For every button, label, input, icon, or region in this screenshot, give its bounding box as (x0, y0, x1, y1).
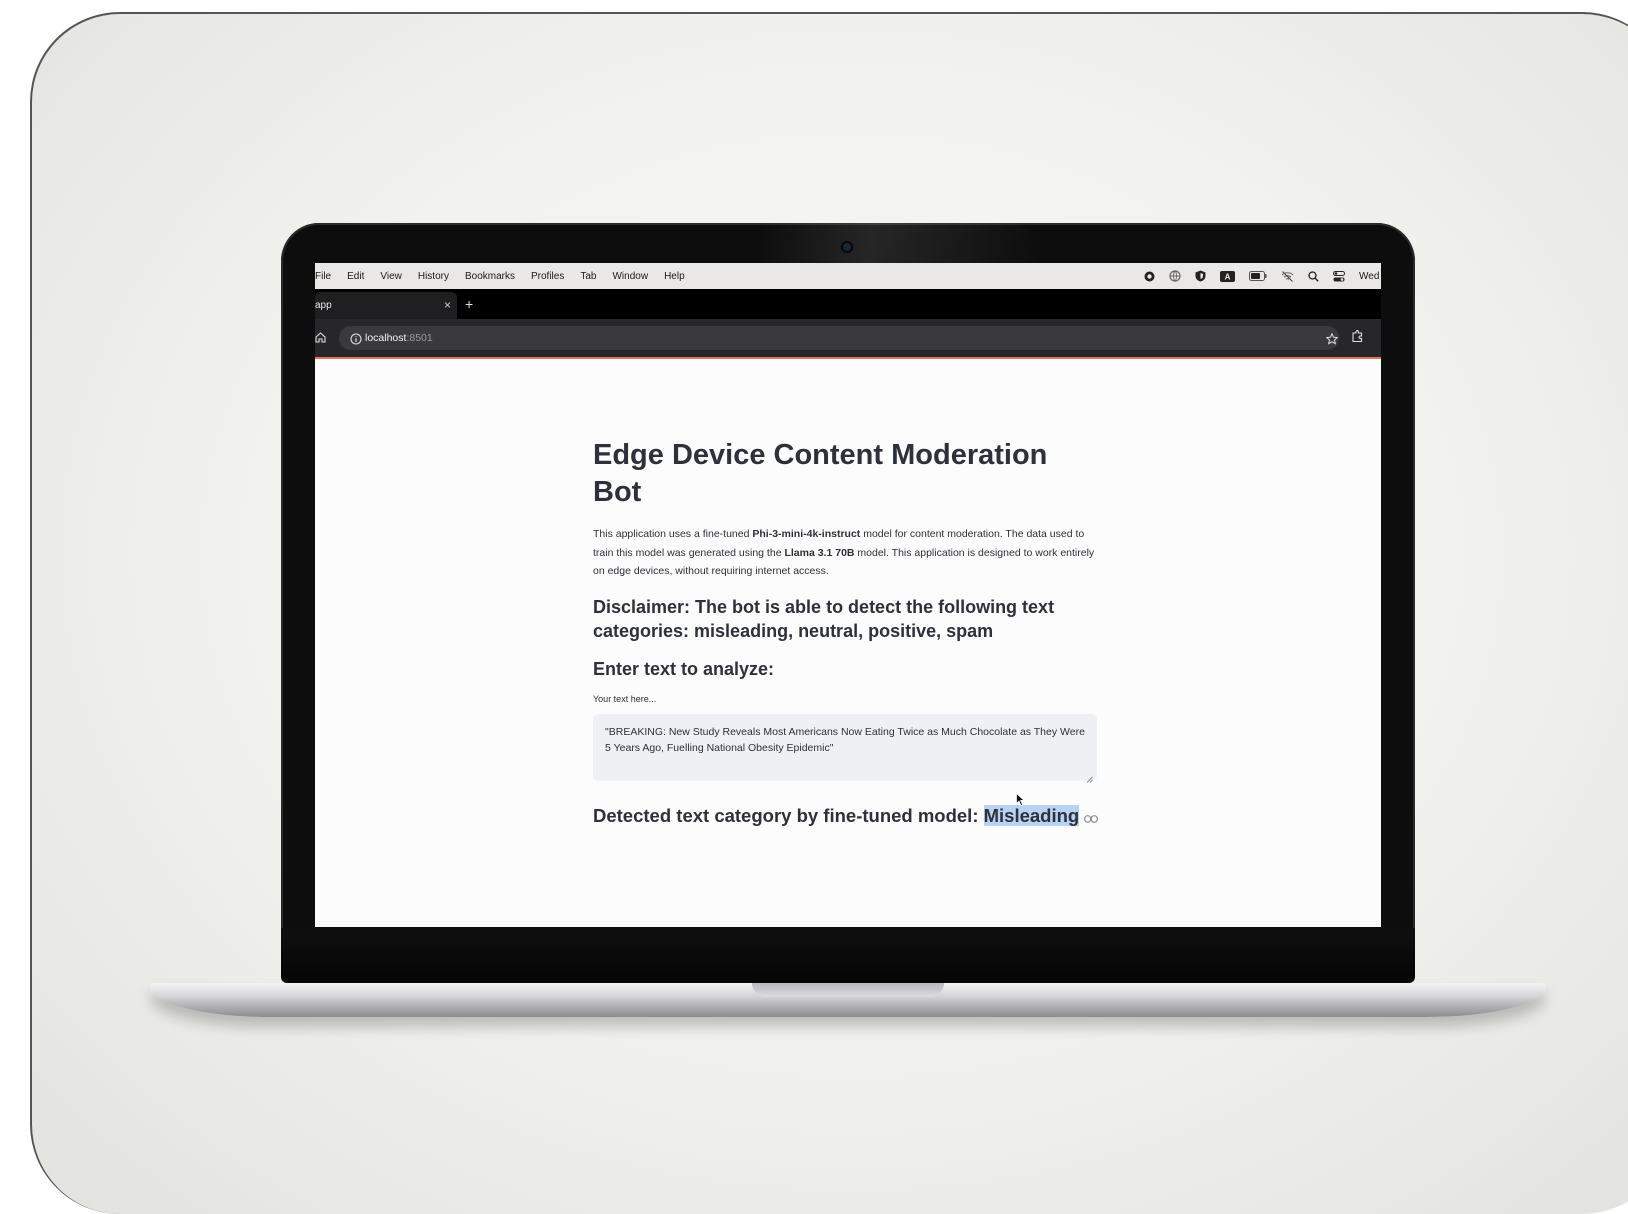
menu-tab[interactable]: Tab (580, 271, 596, 282)
wifi-off-icon[interactable] (1281, 270, 1294, 282)
control-center-icon[interactable] (1333, 270, 1345, 282)
resize-grip-icon[interactable] (1086, 770, 1093, 788)
tab-title: app (315, 300, 332, 311)
menubar-status-area: A Wed (1144, 263, 1381, 289)
close-tab-icon[interactable]: × (444, 298, 451, 312)
webcam-icon (843, 243, 851, 251)
svg-text:A: A (1225, 272, 1231, 281)
address-bar[interactable]: localhost:8501 (339, 326, 1339, 350)
intro-text-1: This application uses a fine-tuned (593, 528, 753, 540)
intro-data-model-name: Llama 3.1 70B (784, 546, 855, 559)
menu-view[interactable]: View (380, 271, 402, 282)
menu-edit[interactable]: Edit (347, 271, 364, 282)
browser-tab[interactable]: app × (315, 292, 457, 319)
text-input-label: Your text here... (593, 694, 657, 704)
menubar-clock[interactable]: Wed (1359, 271, 1381, 282)
laptop-lid-notch (752, 983, 944, 997)
menu-profiles[interactable]: Profiles (531, 271, 564, 282)
home-icon[interactable] (315, 330, 326, 348)
input-heading: Enter text to analyze: (593, 659, 775, 679)
mouse-cursor-icon (1016, 792, 1025, 811)
intro-model-name: Phi-3-mini-4k-instruct (752, 528, 861, 540)
anchor-link-icon[interactable] (1084, 806, 1099, 828)
browser-tab-bar: app × + (315, 289, 1381, 319)
menu-file[interactable]: File (315, 271, 331, 282)
menu-window[interactable]: Window (612, 271, 648, 282)
extensions-icon[interactable] (1351, 330, 1364, 348)
url-text[interactable]: localhost:8501 (365, 332, 433, 344)
page-title: Edge Device Content Moderation Bot (593, 439, 1048, 508)
intro-paragraph: This application uses a fine-tuned Phi-3… (593, 525, 1099, 581)
result-category: Misleading (983, 805, 1080, 826)
macos-menubar: File Edit View History Bookmarks Profile… (315, 263, 1381, 289)
search-icon[interactable] (1308, 270, 1319, 282)
menu-bookmarks[interactable]: Bookmarks (465, 271, 515, 282)
new-tab-icon[interactable]: + (465, 296, 473, 312)
battery-icon[interactable] (1249, 271, 1267, 281)
menu-history[interactable]: History (418, 271, 449, 282)
url-host: localhost (365, 332, 407, 344)
text-input-area[interactable]: "BREAKING: New Study Reveals Most Americ… (593, 714, 1097, 781)
bezel-reflection (760, 223, 1040, 263)
menu-help[interactable]: Help (664, 271, 685, 282)
site-info-icon[interactable] (350, 332, 362, 350)
url-port: :8501 (406, 332, 433, 344)
browser-toolbar: localhost:8501 (315, 319, 1381, 359)
shield-icon[interactable] (1195, 270, 1206, 282)
laptop-screen: File Edit View History Bookmarks Profile… (315, 263, 1381, 927)
keyboard-a-icon[interactable]: A (1220, 270, 1235, 282)
globe-icon[interactable] (1169, 270, 1181, 282)
bookmark-star-icon[interactable] (1325, 332, 1339, 350)
disclaimer-heading: Disclaimer: The bot is able to detect th… (593, 597, 1055, 641)
result-label: Detected text category by fine-tuned mod… (593, 805, 984, 826)
laptop-chin (281, 928, 1415, 983)
record-icon[interactable] (1144, 271, 1155, 282)
